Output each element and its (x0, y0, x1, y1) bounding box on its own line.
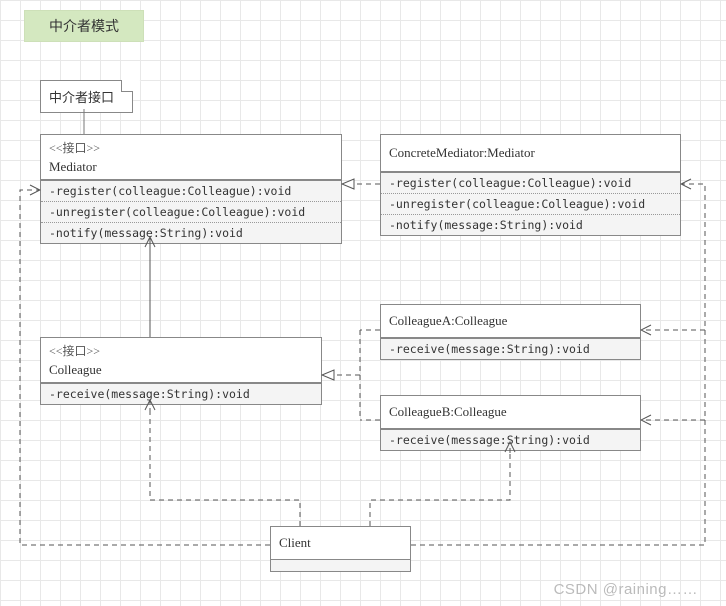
note-label: 中介者接口 (49, 90, 114, 105)
concrete-mediator-method: -notify(message:String):void (381, 215, 680, 235)
class-concrete-mediator: ConcreteMediator:Mediator -register(coll… (380, 134, 681, 236)
colleague-a-name: ColleagueA:Colleague (389, 309, 632, 333)
colleague-method: -receive(message:String):void (41, 384, 321, 404)
mediator-name: Mediator (49, 156, 333, 175)
class-client: Client (270, 526, 411, 572)
concrete-mediator-name: ConcreteMediator:Mediator (389, 139, 672, 167)
note-mediator-interface: 中介者接口 (40, 80, 133, 113)
class-colleague-b: ColleagueB:Colleague -receive(message:St… (380, 395, 641, 451)
watermark: CSDN @raining…… (554, 581, 698, 598)
colleague-stereotype: <<接口>> (49, 342, 313, 359)
colleague-b-method: -receive(message:String):void (381, 430, 640, 450)
concrete-mediator-method: -register(colleague:Colleague):void (381, 173, 680, 194)
mediator-method: -register(colleague:Colleague):void (41, 181, 341, 202)
class-colleague-a: ColleagueA:Colleague -receive(message:St… (380, 304, 641, 360)
diagram-title: 中介者模式 (24, 10, 144, 42)
client-name: Client (279, 531, 402, 555)
mediator-method: -notify(message:String):void (41, 223, 341, 243)
class-mediator: <<接口>> Mediator -register(colleague:Coll… (40, 134, 342, 244)
colleague-name: Colleague (49, 359, 313, 378)
mediator-stereotype: <<接口>> (49, 139, 333, 156)
mediator-method: -unregister(colleague:Colleague):void (41, 202, 341, 223)
class-colleague: <<接口>> Colleague -receive(message:String… (40, 337, 322, 405)
concrete-mediator-method: -unregister(colleague:Colleague):void (381, 194, 680, 215)
colleague-a-method: -receive(message:String):void (381, 339, 640, 359)
colleague-b-name: ColleagueB:Colleague (389, 400, 632, 424)
